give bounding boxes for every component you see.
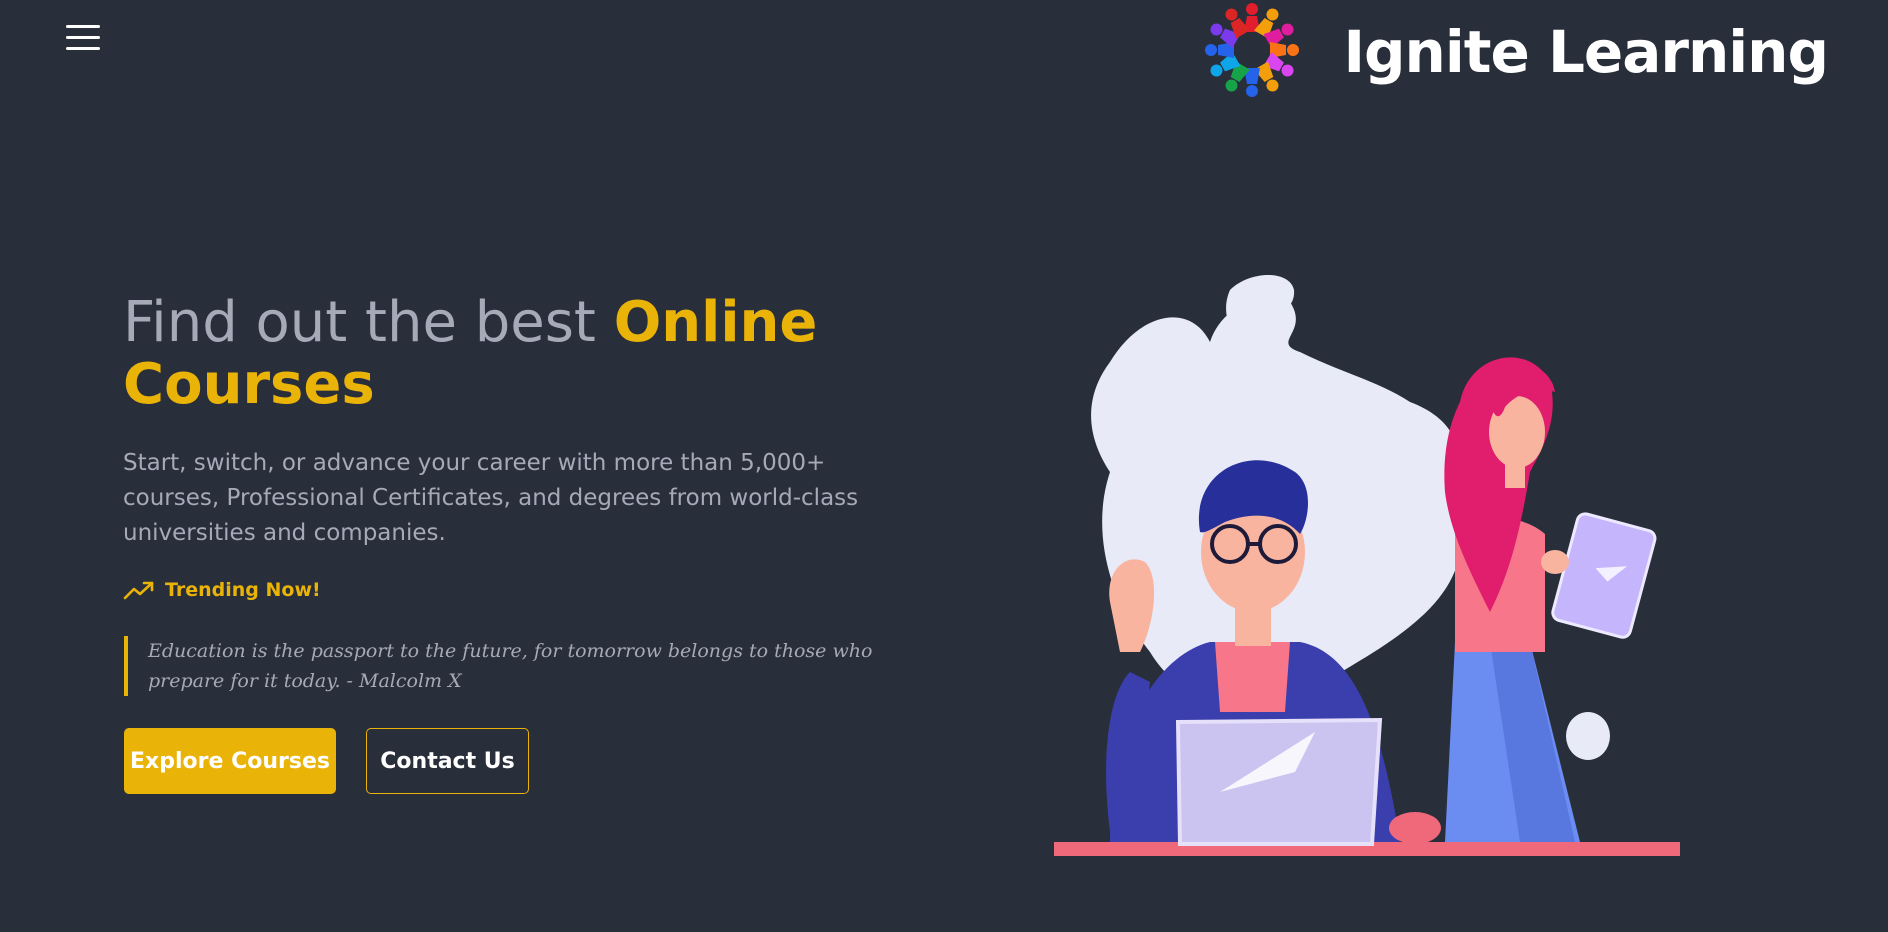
hero-title: Find out the best Online Courses (123, 292, 943, 416)
people-circle-logo (1205, 3, 1300, 97)
brand[interactable]: Ignite Learning (1199, 0, 1829, 104)
brand-name: Ignite Learning (1343, 18, 1829, 86)
illustration-woman (1444, 357, 1657, 842)
contact-us-button[interactable]: Contact Us (366, 728, 529, 794)
hero-title-lead: Find out the best (123, 290, 614, 355)
hero-subtitle: Start, switch, or advance your career wi… (123, 450, 859, 546)
page: Ignite Learning Find out the best Online… (0, 0, 1888, 932)
hamburger-menu-icon[interactable] (66, 24, 102, 52)
trending-up-icon (123, 581, 154, 600)
explore-courses-button[interactable]: Explore Courses (124, 728, 336, 794)
hero-illustration (1054, 275, 1680, 856)
hero-quote: Education is the passport to the future,… (124, 636, 948, 696)
trending-label: Trending Now! (165, 579, 321, 601)
trending-badge: Trending Now! (123, 579, 321, 601)
